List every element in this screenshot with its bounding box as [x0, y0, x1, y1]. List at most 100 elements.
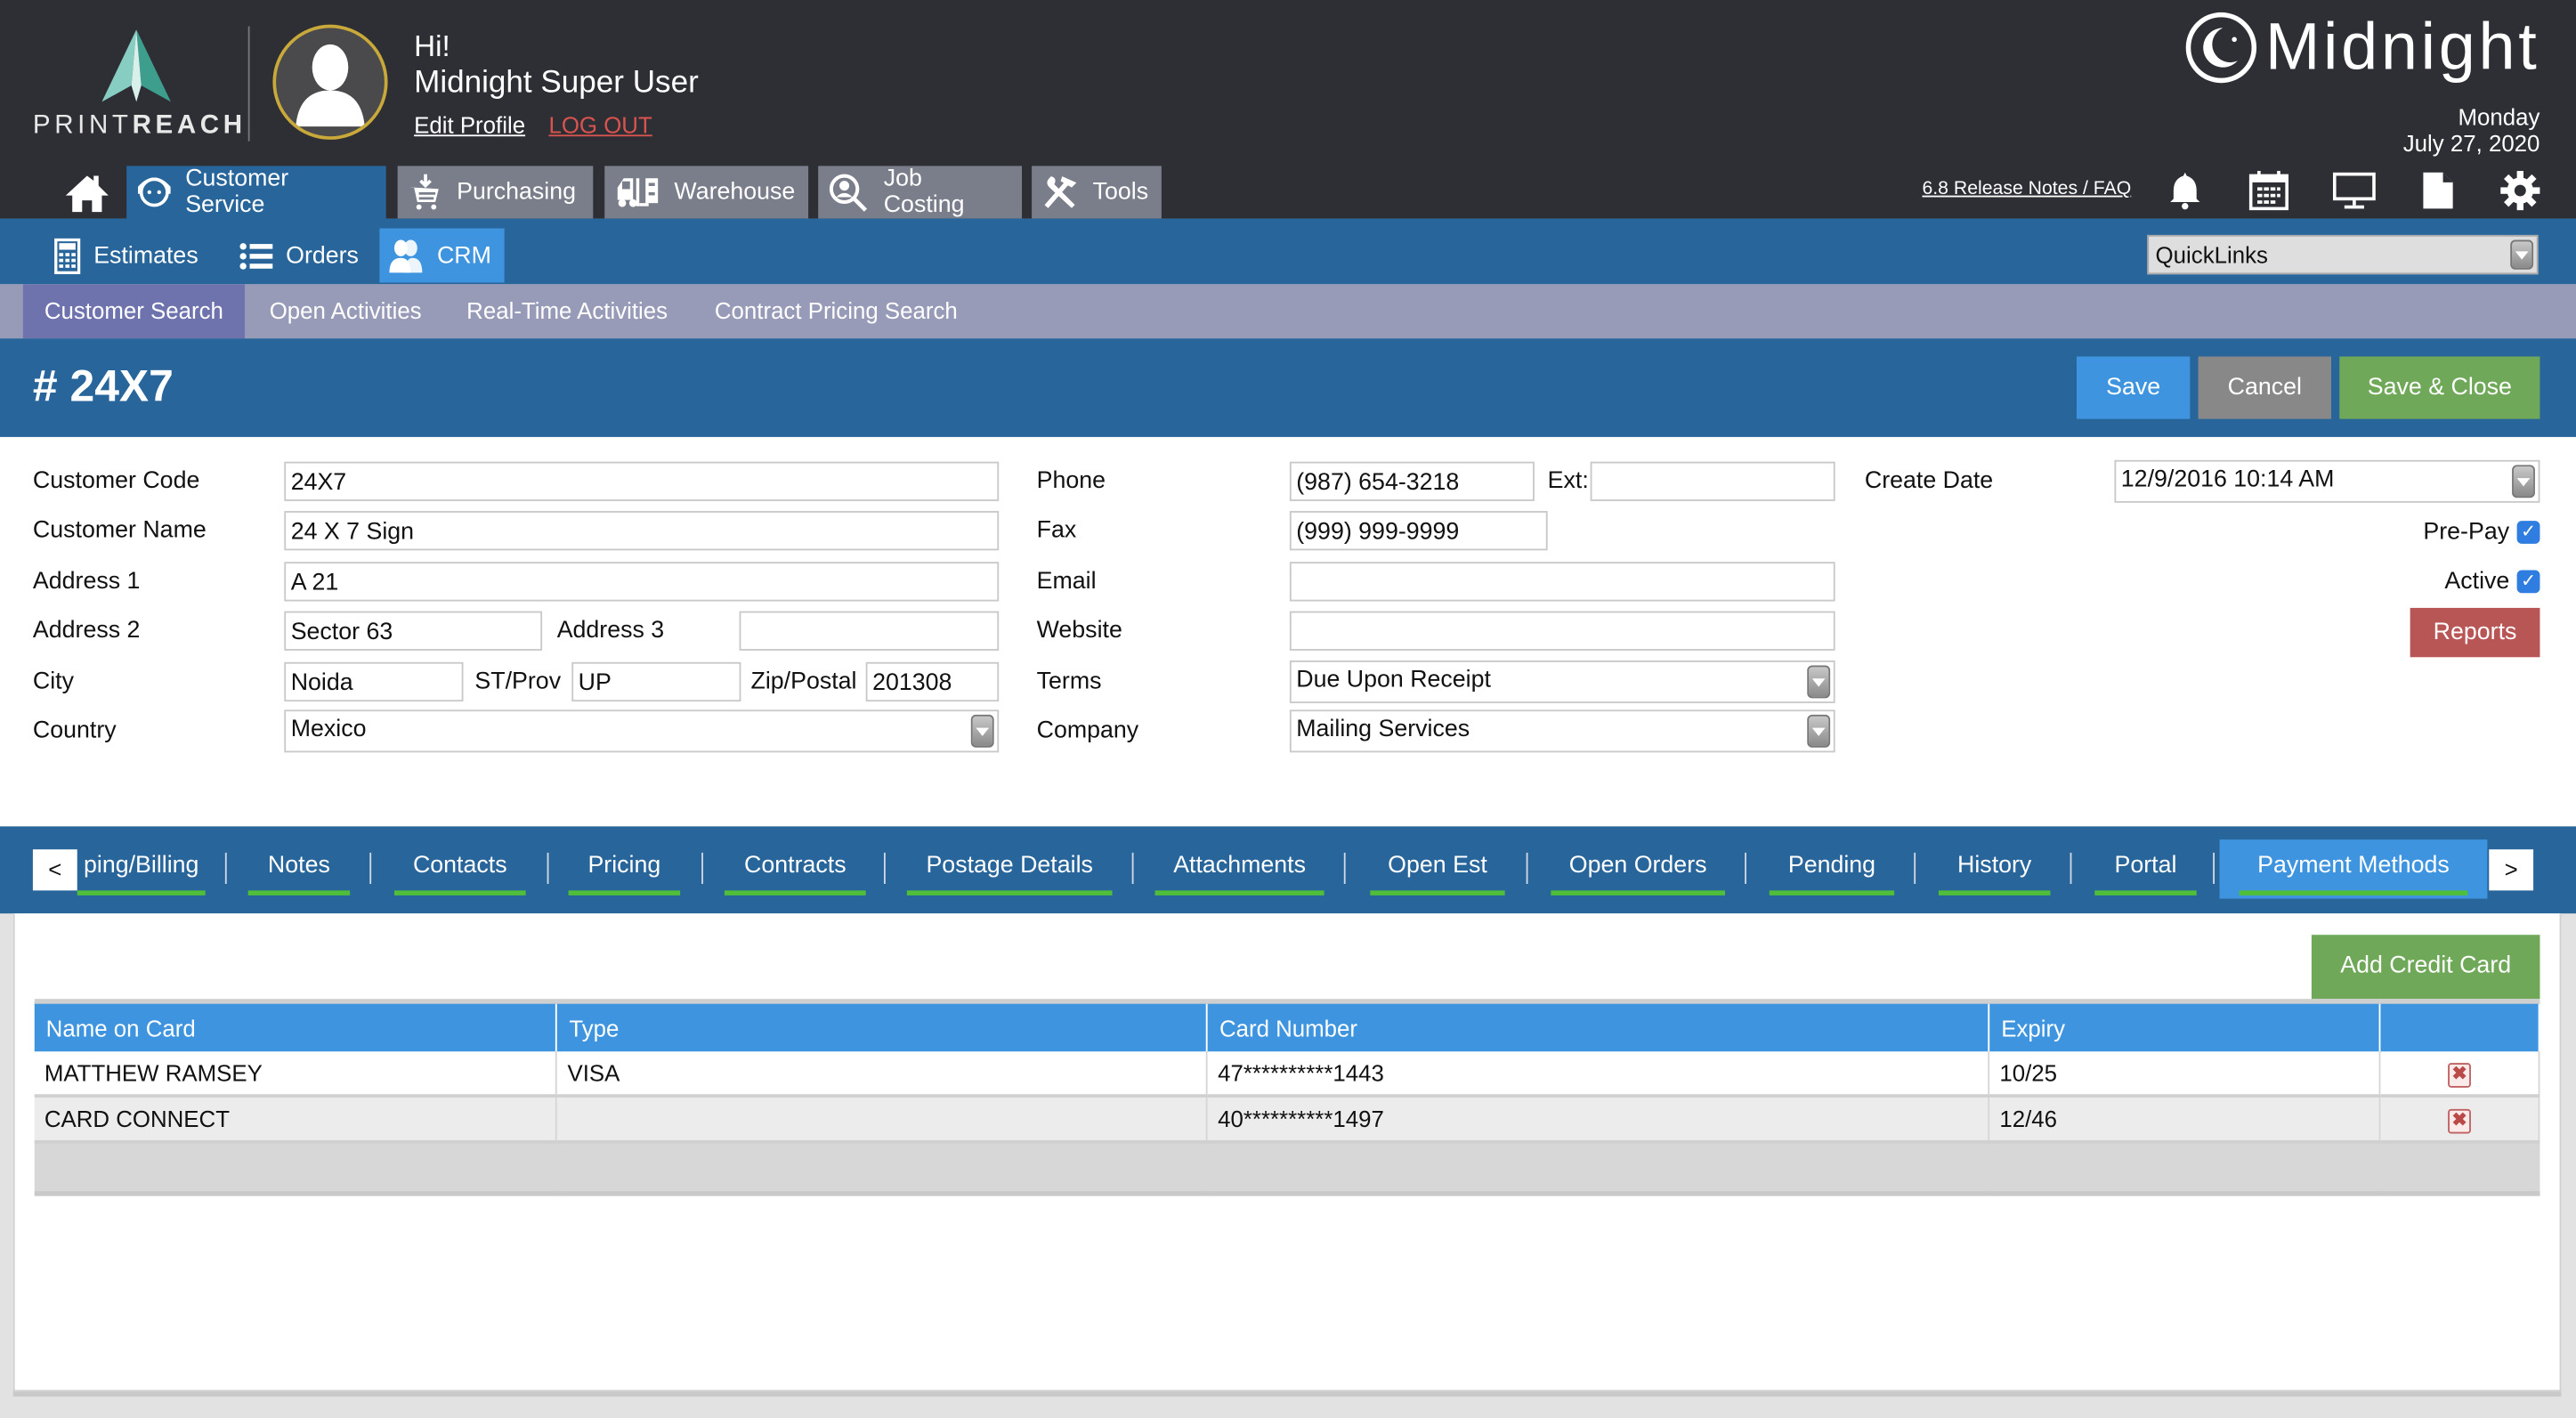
chevron-down-icon[interactable] [1807, 714, 1831, 748]
column-header[interactable]: Expiry [1989, 999, 2381, 1052]
document-icon[interactable] [2417, 169, 2459, 212]
nav-warehouse[interactable]: Warehouse [604, 166, 809, 219]
delete-icon[interactable]: ✖ [2448, 1108, 2471, 1134]
nav-purchasing[interactable]: Purchasing [397, 166, 594, 219]
midnight-brand: Midnight [2183, 10, 2540, 85]
email-input[interactable] [1289, 562, 1835, 602]
tab-open-est[interactable]: Open Est [1370, 839, 1505, 898]
greeting: Hi! [414, 29, 450, 63]
tab-shipping-billing[interactable]: ping/Billing [77, 839, 206, 898]
tab-underline [1769, 890, 1895, 895]
chevron-down-icon[interactable] [970, 714, 994, 748]
column-header[interactable]: Card Number [1207, 999, 1990, 1052]
country-select[interactable]: Mexico [284, 709, 1000, 753]
quicklinks-select[interactable]: QuickLinks [2147, 234, 2539, 275]
tabs-scroll-right-button[interactable]: > [2489, 849, 2534, 891]
st-prov-label: ST/Prov [474, 668, 562, 695]
cancel-button[interactable]: Cancel [2198, 356, 2332, 419]
home-button[interactable] [62, 169, 111, 215]
page-title: # 24X7 [32, 361, 174, 411]
company-value: Mailing Services [1296, 716, 1470, 743]
calendar-icon[interactable] [2248, 169, 2290, 212]
address1-input[interactable] [284, 562, 1000, 602]
active-checkbox[interactable]: ✓ [2516, 570, 2540, 594]
tab-contracts[interactable]: Contracts [724, 839, 866, 898]
reports-button[interactable]: Reports [2410, 607, 2540, 658]
tab-notes[interactable]: Notes [247, 839, 351, 898]
create-date-label: Create Date [1864, 468, 1994, 495]
prepay-checkbox[interactable]: ✓ [2516, 521, 2540, 544]
phone-input[interactable] [1289, 461, 1535, 501]
tab-label: Postage Details [926, 852, 1093, 879]
edit-profile-link[interactable]: Edit Profile [414, 112, 525, 139]
website-label: Website [1036, 617, 1122, 644]
city-label: City [32, 668, 75, 695]
tabs-scroll-left-button[interactable]: < [32, 849, 77, 891]
customer-form: Customer Code Customer Name Address 1 Ad… [0, 436, 2576, 827]
tab-history[interactable]: History [1938, 839, 2051, 898]
subnav-crm[interactable]: CRM [379, 228, 505, 283]
table-row[interactable]: MATTHEW RAMSEY VISA 47**********1443 10/… [34, 1051, 2540, 1098]
address3-input[interactable] [739, 611, 1000, 651]
ext-input[interactable] [1590, 461, 1835, 501]
city-input[interactable] [284, 661, 464, 702]
country-value: Mexico [290, 716, 367, 743]
logout-link[interactable]: LOG OUT [548, 112, 652, 139]
create-date-picker[interactable]: 12/9/2016 10:14 AM [2114, 459, 2540, 503]
crm-nav-open-activities[interactable]: Open Activities [248, 284, 443, 338]
tab-contacts[interactable]: Contacts [393, 839, 526, 898]
st-prov-input[interactable] [571, 661, 741, 702]
cell-expiry: 12/46 [1989, 1096, 2381, 1144]
nav-customer-service[interactable]: Customer Service [126, 166, 386, 219]
gear-icon[interactable] [2499, 169, 2541, 212]
column-header[interactable]: Name on Card [34, 999, 558, 1052]
monitor-icon[interactable] [2332, 169, 2376, 212]
customer-tabs: ping/Billing Notes Contacts Pricing Cont… [0, 826, 2576, 914]
column-header[interactable]: Type [556, 999, 1209, 1052]
subnav-estimates[interactable]: Estimates [46, 229, 207, 283]
save-button[interactable]: Save [2076, 356, 2191, 419]
tab-payment-methods[interactable]: Payment Methods [2219, 839, 2488, 899]
bell-icon[interactable] [2164, 169, 2207, 212]
tab-label: Pricing [587, 852, 661, 879]
company-select[interactable]: Mailing Services [1289, 709, 1835, 753]
chevron-down-icon[interactable] [2512, 465, 2535, 498]
avatar[interactable] [272, 24, 388, 140]
nav-job-costing[interactable]: Job Costing [818, 166, 1023, 219]
tab-pricing[interactable]: Pricing [568, 839, 681, 898]
address2-input[interactable] [284, 611, 543, 651]
crm-nav-real-time-activities[interactable]: Real-Time Activities [445, 284, 689, 338]
tab-postage-details[interactable]: Postage Details [906, 839, 1113, 898]
customer-name-input[interactable] [284, 511, 1000, 551]
tab-open-orders[interactable]: Open Orders [1551, 839, 1725, 898]
tab-separator [2070, 852, 2072, 884]
tab-underline [1551, 890, 1725, 895]
customer-code-input[interactable] [284, 461, 1000, 501]
website-input[interactable] [1289, 611, 1835, 651]
tab-attachments[interactable]: Attachments [1154, 839, 1324, 898]
tools-icon [1044, 176, 1077, 208]
zip-input[interactable] [865, 661, 1000, 702]
chevron-down-icon[interactable] [2510, 239, 2534, 270]
add-credit-card-button[interactable]: Add Credit Card [2311, 935, 2540, 1000]
cell-name: CARD CONNECT [34, 1096, 558, 1144]
cell-type: VISA [556, 1051, 1209, 1098]
brand-name: Midnight [2264, 10, 2540, 84]
tab-portal[interactable]: Portal [2094, 839, 2197, 898]
terms-select[interactable]: Due Upon Receipt [1289, 660, 1835, 703]
printreach-logo-icon [101, 29, 171, 102]
table-row[interactable]: CARD CONNECT 40**********1497 12/46 ✖ [34, 1096, 2540, 1144]
fax-input[interactable] [1289, 511, 1548, 551]
home-icon [65, 175, 109, 213]
crm-nav-customer-search[interactable]: Customer Search [22, 284, 245, 339]
table-footer [34, 1141, 2540, 1196]
nav-tools[interactable]: Tools [1032, 166, 1162, 219]
tab-pending[interactable]: Pending [1769, 839, 1895, 898]
subnav-orders[interactable]: Orders [231, 229, 367, 283]
save-close-button[interactable]: Save & Close [2339, 356, 2540, 419]
payment-methods-table: Name on Card Type Card Number Expiry MAT… [34, 999, 2540, 1196]
crm-nav-contract-pricing-search[interactable]: Contract Pricing Search [693, 284, 979, 338]
release-notes-link[interactable]: 6.8 Release Notes / FAQ [1922, 179, 2131, 199]
delete-icon[interactable]: ✖ [2448, 1063, 2471, 1088]
chevron-down-icon[interactable] [1807, 665, 1831, 699]
